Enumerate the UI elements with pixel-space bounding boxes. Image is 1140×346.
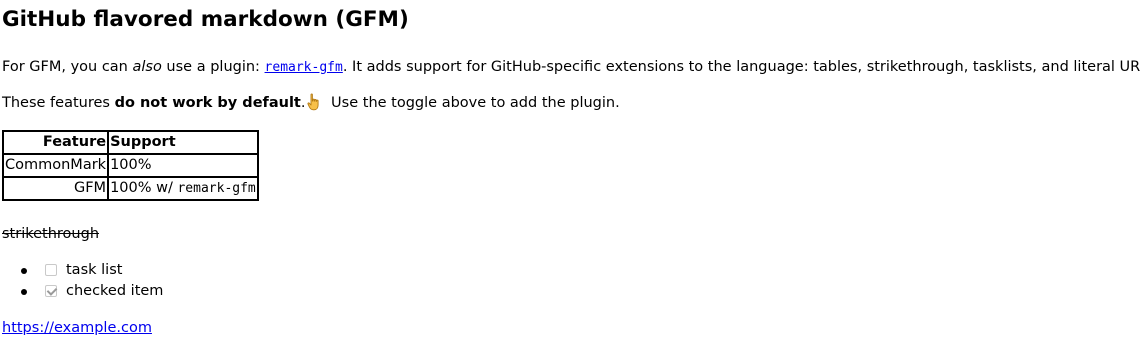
task-checkbox-unchecked[interactable]	[45, 264, 57, 276]
bullet-icon	[21, 289, 27, 295]
intro-text-3: . It adds support for GitHub-specific ex…	[342, 59, 1140, 75]
support-cell: 100%	[107, 153, 259, 178]
table-row: GFM 100% w/ remark-gfm	[1, 176, 259, 201]
feature-table: Feature Support CommonMark 100% GFM 100%…	[1, 130, 259, 201]
bullet-icon	[21, 268, 27, 274]
page-title: GitHub flavored markdown (GFM)	[2, 7, 409, 32]
support-code: remark-gfm	[177, 181, 256, 196]
task-list: task list checked item	[0, 260, 163, 302]
feature-cell: CommonMark	[1, 153, 110, 178]
pointing-hand-icon	[306, 93, 324, 111]
features-text-2: Use the toggle above to add the plugin.	[326, 95, 620, 111]
remark-gfm-link[interactable]: remark-gfm	[265, 59, 343, 75]
support-prefix: 100% w/	[110, 180, 178, 196]
intro-paragraph: For GFM, you can also use a plugin: rema…	[2, 57, 1140, 78]
strikethrough-text: strikethrough	[2, 226, 100, 242]
column-header-support: Support	[107, 130, 259, 155]
task-label: checked item	[66, 283, 164, 299]
example-url-link[interactable]: https://example.com	[2, 318, 152, 338]
intro-emphasis: also	[132, 59, 162, 75]
features-paragraph: These features do not work by default. U…	[2, 93, 620, 113]
table-row: CommonMark 100%	[1, 153, 259, 178]
intro-text-1: For GFM, you can	[2, 59, 133, 75]
features-strong: do not work by default	[114, 95, 301, 111]
support-cell: 100% w/ remark-gfm	[107, 176, 259, 201]
feature-cell: GFM	[1, 176, 110, 201]
remark-gfm-code: remark-gfm	[264, 60, 343, 75]
list-item: task list	[0, 260, 122, 281]
table-header-row: Feature Support	[1, 130, 259, 155]
list-item: checked item	[0, 281, 163, 302]
column-header-feature: Feature	[1, 130, 110, 155]
markdown-document: GitHub flavored markdown (GFM) For GFM, …	[0, 0, 1140, 346]
features-text-1: These features	[2, 95, 115, 111]
features-period: .	[300, 95, 306, 111]
task-checkbox-checked[interactable]	[45, 285, 57, 297]
intro-text-2: use a plugin:	[161, 59, 265, 75]
task-label: task list	[66, 262, 123, 278]
